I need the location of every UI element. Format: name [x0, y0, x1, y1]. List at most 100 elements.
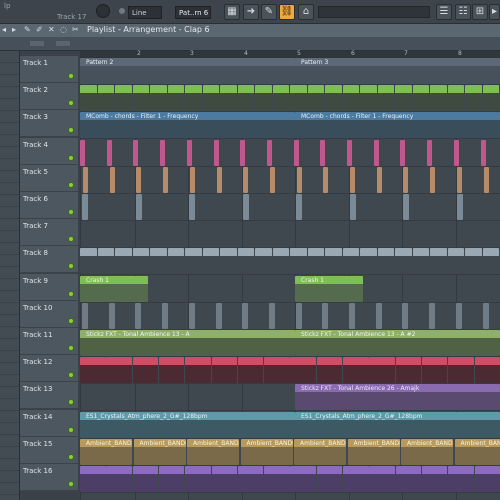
pattern-block[interactable] [474, 466, 500, 492]
track-enable-icon[interactable] [68, 154, 74, 161]
track-lane[interactable] [80, 303, 500, 330]
pattern-block[interactable] [106, 357, 132, 384]
link-tool-icon[interactable]: ⛓ [279, 4, 295, 20]
picker-row[interactable] [0, 447, 19, 459]
hat-block[interactable] [272, 248, 289, 275]
snare-block[interactable] [216, 166, 222, 193]
picker-row[interactable] [0, 435, 19, 447]
hat-block[interactable] [237, 248, 254, 275]
hat-block[interactable] [290, 248, 307, 275]
snare-block[interactable] [430, 166, 436, 193]
pattern-block[interactable] [290, 85, 307, 112]
track-enable-icon[interactable] [68, 73, 74, 79]
track-header[interactable]: Track 2 [20, 83, 78, 111]
picker-row[interactable] [0, 207, 19, 219]
kick-block[interactable] [213, 139, 219, 166]
picker-row[interactable] [0, 411, 19, 423]
picker-row[interactable] [0, 135, 19, 147]
picker-row[interactable] [0, 243, 19, 255]
kick-block[interactable] [133, 139, 139, 166]
picker-row[interactable] [0, 123, 19, 135]
audio-clip[interactable]: Crash 1 [295, 275, 363, 302]
pattern-block[interactable] [412, 85, 429, 112]
audio-clip[interactable]: ES1_Crystals_Atm_phere_2_G#_128bpm [80, 411, 295, 438]
track-header[interactable]: Track 7 [20, 219, 78, 247]
pattern-block[interactable] [106, 466, 132, 492]
track-enable-icon[interactable] [68, 426, 74, 433]
snare-block[interactable] [83, 166, 88, 193]
picker-row[interactable] [0, 63, 19, 75]
track-header[interactable]: Track 15 [20, 436, 78, 464]
kick-block[interactable] [320, 139, 326, 166]
track-header[interactable]: Track 9 [20, 273, 78, 301]
audio-clip[interactable]: Stickz FXT - Tonal Ambience 13 - A [80, 330, 295, 356]
pattern-block[interactable] [264, 357, 290, 384]
pattern-block[interactable] [150, 85, 167, 112]
kick-block[interactable] [160, 139, 166, 166]
snare-block[interactable] [296, 166, 302, 193]
kick-block[interactable] [186, 139, 192, 166]
audio-clip[interactable]: Ambient_BANDLAB [401, 438, 453, 465]
pattern-block[interactable] [465, 85, 482, 112]
picker-row[interactable] [0, 195, 19, 207]
perc-block[interactable] [455, 302, 462, 329]
track-enable-icon[interactable] [68, 481, 74, 487]
perc-block[interactable] [482, 302, 489, 329]
pattern-block[interactable] [369, 466, 395, 492]
track-enable-icon[interactable] [68, 345, 74, 351]
track-header[interactable]: Track 13 [20, 382, 78, 410]
picker-row[interactable] [0, 255, 19, 267]
pattern-block[interactable] [325, 85, 342, 112]
audio-clip[interactable]: Stickz FXT - Tonal Ambience 13 - A #2 [295, 330, 500, 356]
hat-block[interactable] [447, 248, 464, 275]
pattern-block[interactable] [421, 357, 448, 384]
audio-clip[interactable]: Stickz FXT - Tonal Ambience 26 - Amajk [295, 384, 500, 411]
pattern-block[interactable] [220, 85, 237, 112]
kick-block[interactable] [266, 139, 272, 166]
track-enable-icon[interactable] [68, 372, 74, 379]
perc-block[interactable] [108, 302, 115, 329]
audio-clip[interactable]: Ambient_BANDLAB [240, 438, 293, 465]
pencil-icon[interactable]: ✎ [24, 25, 31, 34]
pattern-block[interactable] [237, 85, 254, 112]
hat-block[interactable] [307, 248, 324, 275]
kick-block[interactable] [347, 139, 352, 166]
pattern-block[interactable] [132, 466, 159, 492]
kick-block[interactable] [480, 139, 486, 166]
perc-block[interactable] [162, 302, 169, 329]
track-enable-icon[interactable] [68, 236, 74, 243]
picker-row[interactable] [0, 75, 19, 87]
hat-block[interactable] [342, 248, 359, 275]
piano-roll-icon[interactable]: ▦ [224, 4, 240, 20]
hat-block[interactable] [255, 248, 272, 275]
pattern-block[interactable] [360, 85, 377, 112]
kick-block[interactable] [80, 139, 85, 166]
pattern-block[interactable] [132, 85, 149, 112]
perc-block[interactable] [215, 302, 222, 329]
picker-row[interactable] [0, 471, 19, 483]
picker-row[interactable] [0, 327, 19, 339]
track-enable-icon[interactable] [68, 263, 74, 270]
pattern-block[interactable] [395, 466, 422, 492]
pattern-block[interactable] [290, 466, 316, 492]
pattern-block[interactable] [421, 466, 448, 492]
picker-row[interactable] [0, 111, 19, 123]
snare-block[interactable] [483, 166, 489, 193]
picker-row[interactable] [0, 147, 19, 159]
perc-block[interactable] [242, 302, 249, 329]
clap-block[interactable] [349, 194, 356, 220]
pattern-block[interactable] [185, 357, 211, 384]
pattern-block[interactable] [185, 466, 211, 492]
track-lane[interactable] [80, 221, 500, 249]
hat-block[interactable] [185, 248, 202, 275]
snare-block[interactable] [350, 166, 355, 193]
picker-row[interactable] [0, 459, 19, 471]
picker-row[interactable] [0, 339, 19, 351]
audio-clip[interactable]: Ambient_BANDLAB [80, 438, 132, 465]
pattern-block[interactable] [448, 357, 474, 384]
hat-block[interactable] [465, 248, 482, 275]
browser-icon[interactable]: ▸ [489, 4, 500, 20]
picker-row[interactable] [0, 291, 19, 303]
audio-clip[interactable]: Ambient_BANDLAB [454, 438, 500, 465]
picker-row[interactable] [0, 183, 19, 195]
